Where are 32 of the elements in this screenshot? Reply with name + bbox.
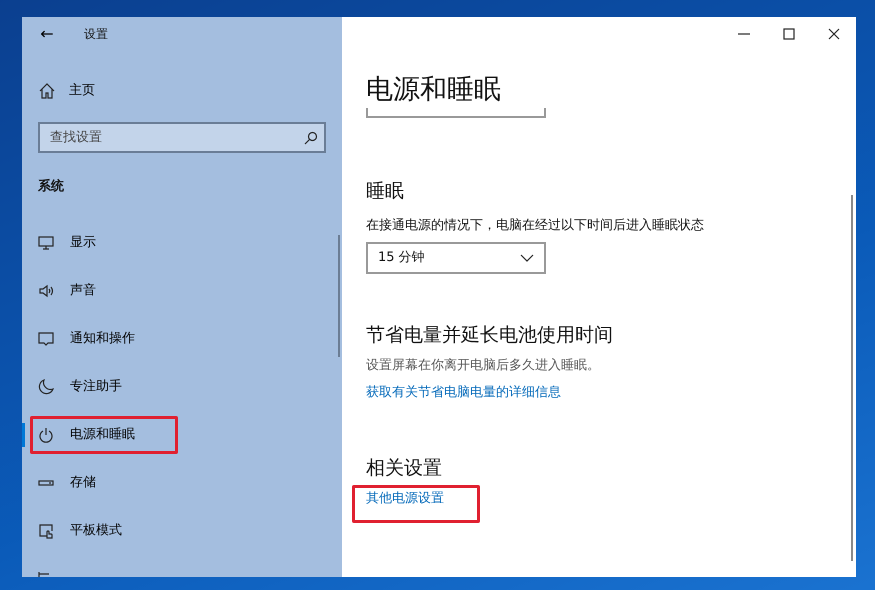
moon-icon (38, 378, 54, 394)
description: 设置屏幕在你离开电脑后多久进入睡眠。 (366, 356, 601, 374)
home-icon (39, 83, 55, 99)
sidebar-item[interactable]: 专注助手 (22, 362, 342, 410)
monitor-icon (38, 234, 54, 250)
tablet-icon (38, 522, 54, 538)
speech-bubble-icon (38, 330, 54, 346)
description: 在接通电源的情况下，电脑在经过以下时间后进入睡眠状态 (366, 217, 705, 235)
sidebar-item[interactable]: 平板模式 (22, 506, 342, 554)
selection-indicator (22, 422, 25, 446)
sidebar-item[interactable]: 电源和睡眠 (22, 410, 342, 458)
back-button[interactable]: ← (38, 26, 56, 42)
sidebar-item[interactable]: 通知和操作 (22, 314, 342, 362)
sidebar-item[interactable]: 存储 (22, 458, 342, 506)
speaker-icon (38, 282, 54, 298)
close-icon (828, 28, 840, 40)
section-heading: 相关设置 (366, 456, 443, 480)
link[interactable]: 其他电源设置 (366, 488, 444, 508)
search-icon (304, 131, 318, 145)
section-heading: 睡眠 (366, 179, 405, 204)
search-field[interactable]: 查找设置 (38, 122, 326, 153)
link[interactable]: 获取有关节省电脑电量的详细信息 (366, 383, 561, 402)
sidebar-item[interactable]: 显示 (22, 218, 342, 266)
maximize-icon (782, 28, 794, 40)
chevron-down-icon (520, 254, 534, 262)
section-heading: 系统 (38, 178, 65, 196)
home-item[interactable]: 主页 (22, 76, 112, 106)
window-title: 设置 (84, 26, 108, 43)
dropdown[interactable]: 15 分钟 (366, 242, 546, 274)
section-heading: 节省电量并延长电池使用时间 (366, 322, 614, 348)
sidebar-item[interactable]: 声音 (22, 266, 342, 314)
power-icon (38, 426, 54, 442)
